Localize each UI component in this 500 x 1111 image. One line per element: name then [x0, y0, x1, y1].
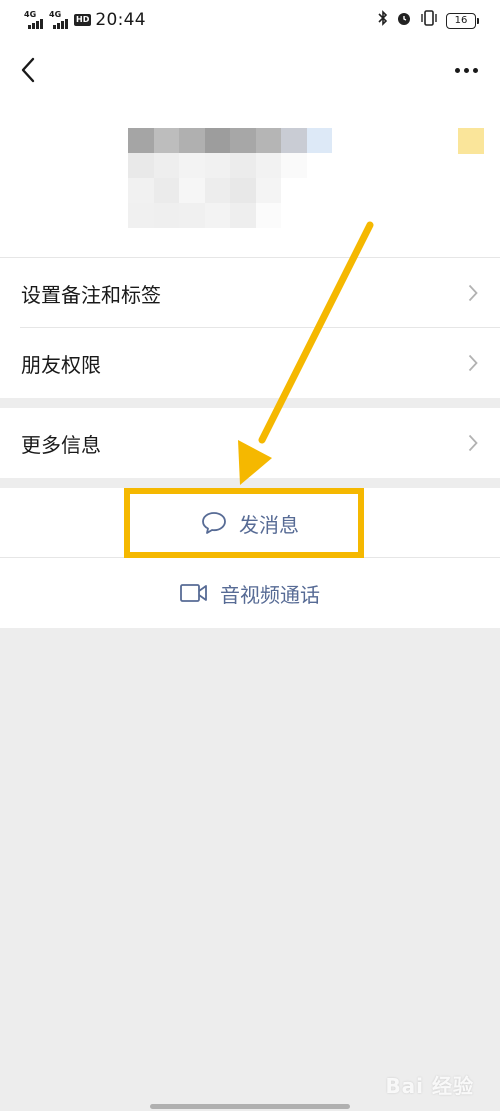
- profile-header: [0, 104, 500, 258]
- status-bar: 4G 4G HD 20:44 16: [0, 0, 500, 40]
- menu-item-label: 设置备注和标签: [21, 282, 161, 307]
- av-call-label: 音视频通话: [220, 582, 320, 607]
- menu-item-more-info[interactable]: 更多信息: [0, 408, 500, 478]
- more-button[interactable]: [448, 54, 484, 86]
- more-dots-icon: [454, 67, 460, 73]
- chevron-right-icon: [468, 284, 478, 302]
- menu-item-label: 朋友权限: [21, 352, 101, 377]
- chevron-left-icon: [21, 57, 35, 83]
- hd-badge: HD: [74, 14, 92, 26]
- nav-bar: [0, 40, 500, 104]
- vibrate-icon: [420, 10, 438, 31]
- av-call-button[interactable]: 音视频通话: [0, 558, 500, 628]
- back-button[interactable]: [12, 54, 44, 86]
- alarm-icon: [396, 10, 412, 31]
- battery-indicator: 16: [446, 12, 479, 29]
- signal-indicator-1: 4G: [24, 11, 43, 29]
- home-indicator[interactable]: [150, 1104, 350, 1109]
- annotation-highlight-box: [124, 488, 364, 558]
- blurred-profile-info: [128, 128, 332, 228]
- chevron-right-icon: [468, 434, 478, 452]
- watermark-logo: Bai 经验: [385, 1074, 474, 1098]
- menu-item-label: 更多信息: [21, 432, 101, 457]
- status-time: 20:44: [95, 10, 146, 30]
- signal-indicator-2: 4G: [49, 11, 68, 29]
- chevron-right-icon: [468, 354, 478, 372]
- blurred-profile-swatch: [458, 128, 484, 154]
- menu-item-friend-permissions[interactable]: 朋友权限: [0, 328, 500, 398]
- video-camera-icon: [180, 583, 208, 603]
- bluetooth-icon: [378, 10, 388, 31]
- menu-item-remark-tags[interactable]: 设置备注和标签: [0, 258, 500, 328]
